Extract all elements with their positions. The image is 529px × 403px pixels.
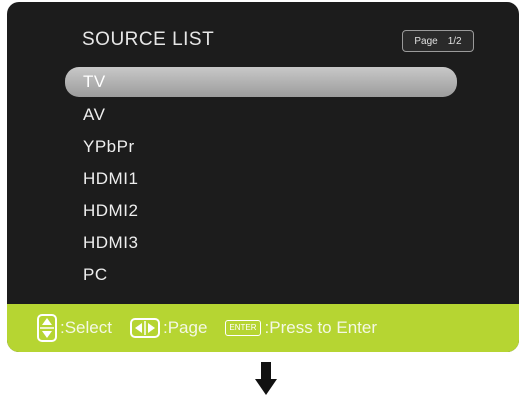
source-item-tv[interactable]: TV xyxy=(65,67,457,97)
page-indicator: Page 1/2 xyxy=(402,30,474,52)
help-bar: :Select :Page ENTER :Press to Enter xyxy=(7,304,519,352)
source-item-av[interactable]: AV xyxy=(65,99,457,131)
source-item-pc[interactable]: PC xyxy=(65,259,457,291)
source-item-hdmi2[interactable]: HDMI2 xyxy=(65,195,457,227)
hint-page: :Page xyxy=(129,318,208,338)
enter-key-icon: ENTER xyxy=(225,320,261,336)
source-list: TV AV YPbPr HDMI1 HDMI2 HDMI3 PC xyxy=(65,67,457,291)
down-arrow-icon xyxy=(255,362,277,401)
source-item-ypbpr[interactable]: YPbPr xyxy=(65,131,457,163)
page-indicator-label: Page xyxy=(414,35,438,47)
left-right-arrows-icon xyxy=(129,318,160,338)
hint-select-label: :Select xyxy=(60,318,112,337)
hint-select: :Select xyxy=(37,314,112,342)
source-list-osd: SOURCE LIST Page 1/2 TV AV YPbPr HDMI1 H… xyxy=(7,2,519,352)
source-item-hdmi1[interactable]: HDMI1 xyxy=(65,163,457,195)
source-item-hdmi3[interactable]: HDMI3 xyxy=(65,227,457,259)
page-indicator-value: 1/2 xyxy=(447,35,462,47)
hint-page-label: :Page xyxy=(162,318,208,337)
hint-enter: ENTER :Press to Enter xyxy=(225,318,377,338)
up-down-arrows-icon xyxy=(37,314,57,342)
osd-title: SOURCE LIST xyxy=(82,29,215,50)
hint-enter-label: :Press to Enter xyxy=(264,318,377,337)
